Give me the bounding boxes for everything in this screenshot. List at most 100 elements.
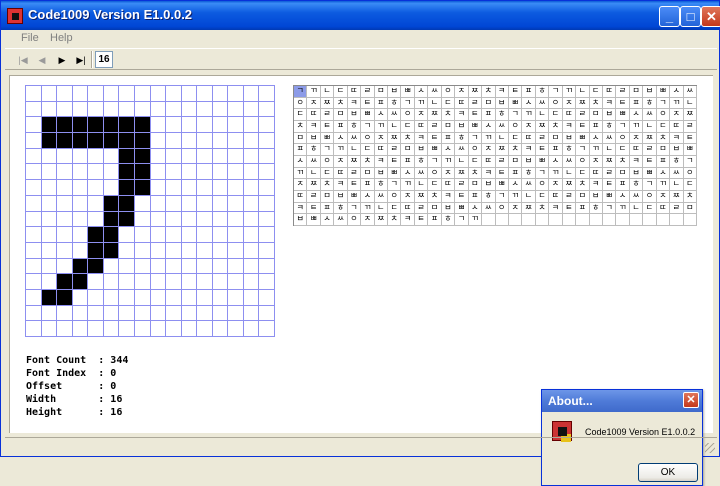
font-table-cell[interactable]: ㅍ [508,167,523,180]
first-button[interactable]: |◀ [15,52,31,68]
close-button[interactable]: ✕ [701,6,720,27]
font-table-cell[interactable]: ㅁ [334,109,348,121]
font-table-cell[interactable]: ㅍ [294,144,308,156]
font-table-cell[interactable]: ㅂ [441,202,456,215]
font-table-cell[interactable]: ㄹ [643,144,657,156]
font-table-cell[interactable]: ㅌ [508,86,523,98]
font-table-cell[interactable] [508,214,523,226]
glyph-editor-grid[interactable] [25,85,275,337]
pixel-cell[interactable] [134,117,151,134]
font-table-cell[interactable]: ㄲ [468,214,483,226]
pixel-cell[interactable] [243,227,260,243]
font-table-cell[interactable]: ㅎ [307,144,321,156]
font-table-cell[interactable]: ㅋ [441,191,456,203]
pixel-cell[interactable] [197,180,213,196]
font-table-cell[interactable]: ㅌ [576,121,590,133]
font-table-cell[interactable]: ㅋ [374,156,389,168]
font-table-cell[interactable]: ㅈ [508,202,523,215]
font-table-cell[interactable]: ㄱ [656,97,671,110]
pixel-cell[interactable] [26,258,42,275]
pixel-cell[interactable] [212,180,229,196]
font-table-cell[interactable]: ㅊ [535,202,550,215]
pixel-cell[interactable] [41,133,58,149]
pixel-cell[interactable] [181,86,198,102]
pixel-cell[interactable] [88,258,104,275]
pixel-cell[interactable] [259,211,275,228]
font-table-cell[interactable]: ㅅ [294,156,308,168]
font-table-cell[interactable]: ㅊ [388,214,402,226]
font-table-cell[interactable]: ㅊ [589,97,603,110]
font-table-cell[interactable]: ㅃ [401,86,415,98]
font-table-cell[interactable]: ㅅ [320,214,335,226]
font-table-cell[interactable]: ㅆ [522,179,536,191]
font-table-cell[interactable]: ㅌ [495,167,509,180]
font-table-cell[interactable]: ㅈ [656,191,671,203]
font-table-cell[interactable]: ㅉ [495,144,509,156]
font-table-cell[interactable]: ㅊ [428,191,442,203]
font-table-cell[interactable]: ㅍ [482,109,496,121]
font-table-cell[interactable]: ㄴ [683,97,697,110]
pixel-cell[interactable] [228,274,244,290]
pixel-cell[interactable] [259,305,275,322]
pixel-cell[interactable] [119,133,135,149]
pixel-cell[interactable] [119,274,135,290]
pixel-cell[interactable] [72,227,89,243]
font-table-cell[interactable] [629,214,644,226]
font-table-cell[interactable]: ㄹ [576,109,590,121]
font-table-cell[interactable]: ㅉ [414,191,429,203]
pixel-cell[interactable] [134,242,151,259]
pixel-cell[interactable] [72,86,89,102]
font-table-cell[interactable]: ㅍ [522,86,536,98]
font-table-cell[interactable]: ㅂ [388,86,402,98]
font-table-cell[interactable]: ㅌ [307,202,321,215]
font-table-cell[interactable]: ㅌ [455,191,469,203]
font-table-cell[interactable]: ㅁ [320,191,335,203]
font-table-cell[interactable]: ㄲ [589,144,603,156]
pixel-cell[interactable] [134,86,151,102]
font-table-cell[interactable]: ㅈ [629,132,644,145]
font-table-cell[interactable]: ㅋ [562,121,577,133]
menu-help[interactable]: Help [50,32,73,44]
font-table-cell[interactable]: ㄲ [401,179,415,191]
font-table-cell[interactable]: ㄱ [495,191,509,203]
pixel-cell[interactable] [243,86,260,102]
font-table-cell[interactable]: ㅍ [656,156,671,168]
font-table-cell[interactable]: ㅌ [347,179,362,191]
pixel-cell[interactable] [134,195,151,212]
font-table-cell[interactable]: ㅌ [602,179,617,191]
font-table-cell[interactable]: ㄷ [589,86,603,98]
font-table-cell[interactable]: ㅌ [643,156,657,168]
font-table-cell[interactable]: ㅉ [347,156,362,168]
font-table-cell[interactable]: ㅃ [468,121,483,133]
font-table-cell[interactable]: ㅈ [670,109,684,121]
font-table-cell[interactable]: ㅅ [616,191,630,203]
pixel-cell[interactable] [88,321,104,337]
font-table-cell[interactable]: ㅁ [589,109,603,121]
pixel-cell[interactable] [243,289,260,306]
pixel-cell[interactable] [103,242,120,259]
font-table-cell[interactable] [602,214,617,226]
font-table-cell[interactable]: ㅍ [576,202,590,215]
pixel-cell[interactable] [119,289,135,306]
pixel-cell[interactable] [103,180,120,196]
pixel-cell[interactable] [181,321,198,337]
font-table-cell[interactable]: ㅃ [455,202,469,215]
font-table-cell[interactable]: ㄴ [562,167,577,180]
pixel-cell[interactable] [88,274,104,290]
font-table-cell[interactable]: ㄲ [508,191,523,203]
font-table-cell[interactable]: ㅍ [401,156,415,168]
font-table-cell[interactable]: ㄸ [334,167,348,180]
pixel-cell[interactable] [197,289,213,306]
pixel-cell[interactable] [88,117,104,134]
font-table-cell[interactable]: ㄷ [388,202,402,215]
font-table-cell[interactable]: ㅌ [535,144,550,156]
font-table-cell[interactable]: ㄲ [294,167,308,180]
pixel-cell[interactable] [88,101,104,118]
font-table-cell[interactable]: ㅈ [482,144,496,156]
font-table-cell[interactable]: ㄸ [562,109,577,121]
font-table-cell[interactable]: ㅁ [683,202,697,215]
pixel-cell[interactable] [228,289,244,306]
font-table-cell[interactable]: ㅋ [334,179,348,191]
font-table-cell[interactable]: ㄲ [414,97,429,110]
font-table-cell[interactable]: ㄹ [683,121,697,133]
